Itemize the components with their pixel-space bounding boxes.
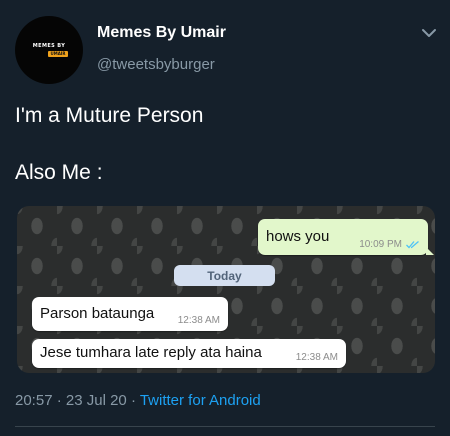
chevron-down-icon[interactable] — [420, 24, 438, 42]
tweet-date: 23 Jul 20 — [65, 392, 127, 409]
meta-separator: · — [126, 392, 140, 409]
chat-message-time: 12:38 AM — [177, 315, 220, 326]
chat-message-time: 12:38 AM — [295, 352, 338, 363]
tweet-time: 20:57 — [15, 392, 53, 409]
tweet-media-image[interactable]: hows you 10:09 PM Today Parson bataunga … — [17, 206, 435, 373]
divider — [15, 426, 435, 427]
chat-message-text: Jese tumhara late reply ata haina — [40, 344, 262, 361]
author-display-name[interactable]: Memes By Umair — [97, 24, 226, 42]
chat-message-time: 10:09 PM — [359, 239, 402, 250]
chat-date-chip: Today — [174, 265, 275, 286]
double-check-icon — [406, 241, 419, 249]
avatar-logo-badge: UMAIR — [47, 51, 69, 57]
tweet-source-link[interactable]: Twitter for Android — [140, 392, 261, 409]
avatar-logo-text: MEMES BY — [32, 43, 66, 49]
chat-bubble-incoming: Parson bataunga 12:38 AM — [32, 297, 228, 331]
chat-message-text: Parson bataunga — [40, 305, 155, 322]
chat-bubble-incoming: Jese tumhara late reply ata haina 12:38 … — [32, 339, 346, 368]
chat-message-text: hows you — [266, 228, 330, 245]
tweet-text-line-1: I'm a Muture Person — [15, 104, 204, 127]
tweet-meta: 20:57 · 23 Jul 20 · Twitter for Android — [15, 392, 261, 409]
author-handle[interactable]: @tweetsbyburger — [97, 56, 215, 73]
avatar[interactable]: MEMES BY UMAIR — [15, 16, 83, 84]
tweet-text-line-2: Also Me : — [15, 161, 103, 184]
bubble-tail — [426, 247, 434, 255]
chat-bubble-outgoing: hows you 10:09 PM — [258, 219, 434, 255]
meta-separator: · — [52, 392, 66, 409]
